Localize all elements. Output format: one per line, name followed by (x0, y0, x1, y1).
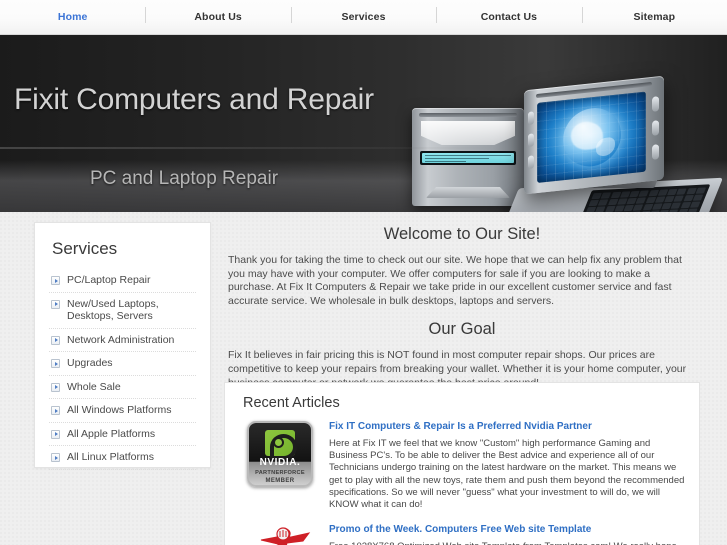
main-column: Welcome to Our Site! Thank you for takin… (224, 212, 700, 396)
blue-arrow-bullet-icon (51, 359, 60, 368)
services-sidebar: Services PC/Laptop Repair New/Used Lapto… (34, 222, 211, 470)
sidebar-item-label: Network Administration (67, 333, 175, 346)
bezel-button-left-2 (528, 133, 534, 147)
sidebar-item-whole-sale[interactable]: Whole Sale (49, 376, 196, 399)
nvidia-partnerforce-member-badge-icon: NVIDIA. PARTNERFORCE MEMBER (247, 421, 313, 487)
nav-item-home[interactable]: Home (0, 0, 145, 34)
laptop-lid (524, 75, 664, 195)
sidebar-item-label: PC/Laptop Repair (67, 274, 151, 286)
article-item: Promo of the Week. Computers Free Web si… (225, 524, 699, 545)
hero-banner: Fixit Computers and Repair PC and Laptop… (0, 35, 727, 212)
sidebar-item-upgrades[interactable]: Upgrades (49, 352, 196, 376)
sidebar-item-label: Whole Sale (67, 380, 121, 393)
article-thumbnail (247, 524, 317, 545)
article-text: Here at Fix IT we feel that we know "Cus… (329, 438, 685, 511)
sidebar-item-all-apple-platforms[interactable]: All Apple Platforms (49, 423, 196, 446)
sidebar-item-label: New/Used Laptops, Desktops, Servers (67, 297, 159, 323)
sidebar-item-label: All Linux Platforms (67, 451, 154, 463)
blue-arrow-bullet-icon (51, 406, 60, 415)
sidebar-item-label: Upgrades (67, 357, 113, 369)
blue-arrow-bullet-icon (51, 429, 60, 439)
sidebar-item-pc-laptop-repair[interactable]: PC/Laptop Repair (49, 269, 196, 293)
nav-item-contact-us[interactable]: Contact Us (436, 0, 581, 34)
nvidia-member-text: MEMBER (265, 478, 295, 484)
nav-item-sitemap[interactable]: Sitemap (581, 0, 727, 34)
bezel-button-left-3 (528, 155, 534, 169)
nav-item-services[interactable]: Services (290, 0, 436, 34)
tower-base (426, 187, 510, 198)
sidebar-heading: Services (52, 239, 118, 258)
blue-arrow-bullet-icon (51, 453, 60, 462)
site-title: Fixit Computers and Repair (14, 83, 374, 116)
page-root: Home About Us Services Contact Us Sitema… (0, 0, 727, 545)
tower-display-screen (422, 153, 514, 163)
sidebar-item-all-linux-platforms[interactable]: All Linux Platforms (49, 446, 196, 470)
blue-arrow-bullet-icon (51, 382, 60, 392)
hero-divider-band (0, 147, 727, 149)
tower-display-icon (420, 151, 516, 165)
nvidia-partnerforce-text: PARTNERFORCE (255, 470, 305, 476)
services-list: PC/Laptop Repair New/Used Laptops, Deskt… (35, 269, 210, 470)
sidebar-item-label: All Apple Platforms (67, 427, 156, 440)
nav-item-about-us[interactable]: About Us (145, 0, 290, 34)
article-item: NVIDIA. PARTNERFORCE MEMBER Fix IT Compu… (225, 421, 699, 511)
bezel-button-right-1 (652, 96, 659, 112)
keyboard-icon (575, 184, 711, 212)
sidebar-item-all-windows-platforms[interactable]: All Windows Platforms (49, 399, 196, 423)
sidebar-item-network-administration[interactable]: Network Administration (49, 329, 196, 352)
sidebar-item-label: All Windows Platforms (67, 404, 172, 416)
bezel-button-right-2 (652, 120, 659, 136)
recent-articles-heading: Recent Articles (243, 395, 340, 411)
nvidia-eye-icon (265, 430, 297, 460)
recent-articles-panel: Recent Articles NVIDIA. PARTNERFORCE MEM… (224, 382, 700, 545)
blue-arrow-bullet-icon (51, 299, 60, 309)
top-navigation: Home About Us Services Contact Us Sitema… (0, 0, 727, 35)
templates-com-red-figure-logo-icon (247, 524, 317, 545)
article-body: Fix IT Computers & Repair Is a Preferred… (329, 421, 685, 511)
blue-arrow-bullet-icon (51, 276, 60, 285)
tower-vent-icon (419, 113, 517, 117)
welcome-paragraph: Thank you for taking the time to check o… (228, 254, 682, 307)
welcome-heading: Welcome to Our Site! (383, 225, 541, 243)
nvidia-wordmark: NVIDIA. (259, 457, 301, 468)
article-body: Promo of the Week. Computers Free Web si… (329, 524, 685, 545)
article-title-link[interactable]: Promo of the Week. Computers Free Web si… (329, 524, 685, 535)
tower-highlight (421, 121, 515, 145)
blue-arrow-bullet-icon (51, 335, 60, 345)
article-text: Free 1028X768 Optimized Web site Templat… (329, 541, 685, 545)
article-title-link[interactable]: Fix IT Computers & Repair Is a Preferred… (329, 421, 685, 432)
laptop-screen (537, 91, 646, 183)
article-thumbnail: NVIDIA. PARTNERFORCE MEMBER (247, 421, 317, 511)
desktop-computer-icon (412, 108, 524, 206)
bezel-button-left-1 (528, 111, 534, 125)
sidebar-item-new-used-laptops[interactable]: New/Used Laptops, Desktops, Servers (49, 293, 196, 329)
red-figure-svg (260, 527, 311, 545)
goal-heading: Our Goal (428, 320, 496, 339)
site-tagline: PC and Laptop Repair (90, 168, 279, 189)
